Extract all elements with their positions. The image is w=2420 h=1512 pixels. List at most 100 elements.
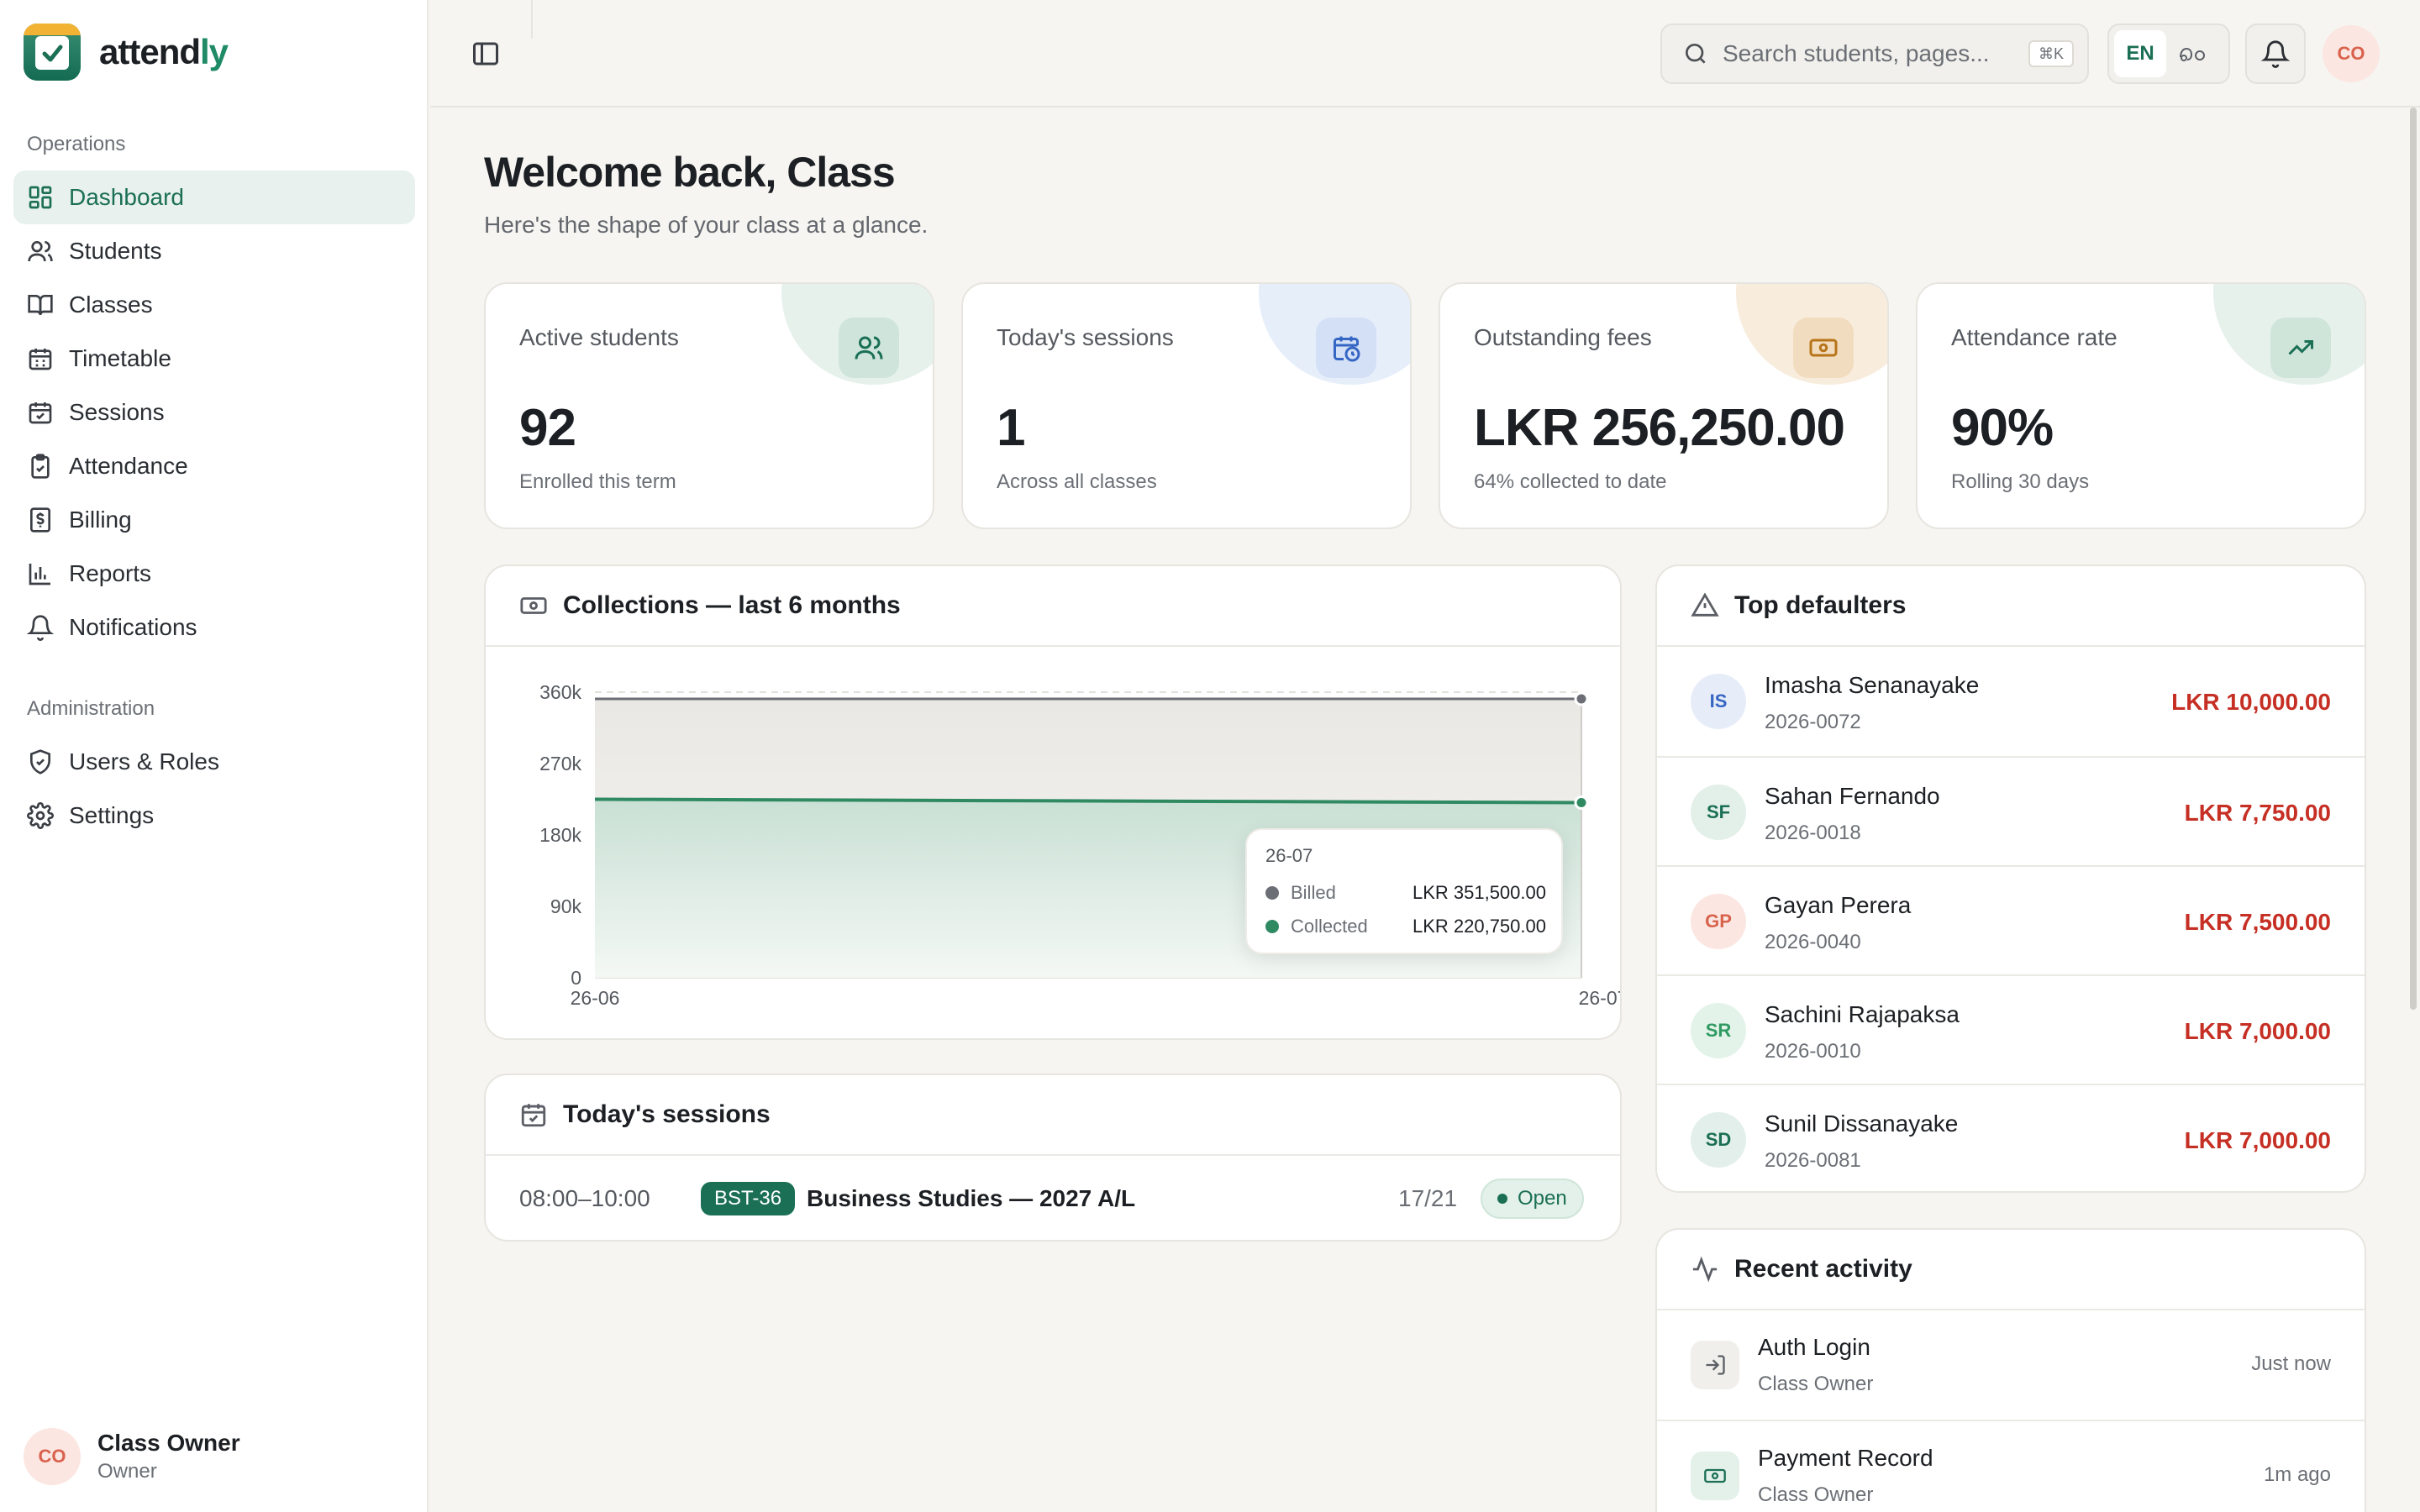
banknote-icon — [1691, 1452, 1739, 1500]
banknote-icon — [520, 597, 547, 614]
session-time: 08:00–10:00 — [519, 1185, 650, 1211]
list-item[interactable]: Payment Record Class Owner 1m ago — [1657, 1420, 2365, 1512]
sidebar-item-attendance[interactable]: Attendance — [13, 439, 415, 493]
sidebar-item-label: Timetable — [69, 345, 171, 371]
todays-sessions-panel: Today's sessions 08:00–10:00 BST-36 Busi… — [484, 1074, 1622, 1242]
language-toggle[interactable]: EN — [2107, 24, 2230, 84]
activity-time: Just now — [2251, 1352, 2331, 1375]
search-input[interactable] — [1723, 40, 2017, 67]
sidebar-item-classes[interactable]: Classes — [13, 278, 415, 332]
sidebar-item-dashboard[interactable]: Dashboard — [13, 171, 415, 224]
activity-time: 1m ago — [2263, 1463, 2331, 1486]
users-icon — [28, 241, 53, 262]
activity-pulse-icon — [1692, 1256, 1718, 1283]
stat-subtext: Across all classes — [997, 470, 1157, 493]
stat-card-outstanding-fees[interactable]: Outstanding fees LKR 256,250.00 64% coll… — [1439, 282, 1889, 529]
sidebar-item-label: Attendance — [69, 453, 188, 479]
sidebar-toggle-icon[interactable] — [471, 39, 501, 69]
user-profile[interactable]: CO Class Owner Owner — [24, 1428, 240, 1485]
sidebar-item-students[interactable]: Students — [13, 224, 415, 278]
sidebar-item-label: Reports — [69, 560, 152, 586]
y-tick-label: 270k — [539, 753, 581, 774]
users-icon — [839, 318, 899, 378]
sidebar-item-label: Students — [69, 238, 162, 264]
log-in-icon — [1691, 1341, 1739, 1389]
brand-name: attendly — [99, 32, 229, 71]
activity-title: Auth Login — [1758, 1334, 1870, 1360]
lang-si-option[interactable] — [2166, 30, 2218, 77]
x-tick-label: 26-06 — [571, 987, 620, 1009]
sidebar-item-settings[interactable]: Settings — [13, 789, 415, 843]
session-class-name: Business Studies — 2027 A/L — [807, 1185, 1136, 1211]
nav-section-administration: Administration — [27, 697, 155, 720]
sidebar-item-users-roles[interactable]: Users & Roles — [13, 735, 415, 789]
sidebar: attendly Operations Dashboard Students C… — [0, 0, 429, 1512]
defaulter-amount: LKR 7,750.00 — [2184, 800, 2331, 826]
sidebar-item-timetable[interactable]: Timetable — [13, 332, 415, 386]
defaulter-id: 2026-0081 — [1765, 1149, 1861, 1172]
y-tick-label: 360k — [539, 681, 581, 703]
bar-chart-icon — [29, 564, 50, 585]
panel-header: Collections — last 6 months — [486, 566, 1620, 647]
defaulter-id: 2026-0018 — [1765, 822, 1861, 844]
lang-en-option[interactable]: EN — [2114, 30, 2166, 77]
defaulter-id: 2026-0040 — [1765, 931, 1861, 953]
recent-activity-panel: Recent activity Auth Login Class Owner J… — [1655, 1228, 2366, 1512]
banknote-icon — [1793, 318, 1854, 378]
gear-icon — [27, 802, 54, 829]
stat-card-active-students[interactable]: Active students 92 Enrolled this term — [484, 282, 934, 529]
defaulter-name: Sunil Dissanayake — [1765, 1110, 1959, 1137]
calendar-grid-icon — [29, 349, 52, 370]
list-item[interactable]: SR Sachini Rajapaksa 2026-0010 LKR 7,000… — [1657, 974, 2365, 1084]
session-attendance-count: 17/21 — [1398, 1185, 1458, 1211]
avatar: CO — [24, 1428, 81, 1485]
stat-card-todays-sessions[interactable]: Today's sessions 1 Across all classes — [961, 282, 1412, 529]
sidebar-item-billing[interactable]: Billing — [13, 493, 415, 547]
list-item[interactable]: SF Sahan Fernando 2026-0018 LKR 7,750.00 — [1657, 756, 2365, 865]
page-subtitle: Here's the shape of your class at a glan… — [484, 212, 929, 238]
defaulter-name: Sahan Fernando — [1765, 783, 1940, 809]
stat-value: 1 — [997, 399, 1025, 457]
chart-tooltip: 26-07 Billed LKR 351,500.00 Collected LK… — [1245, 828, 1563, 954]
avatar: GP — [1691, 894, 1746, 949]
stat-label: Today's sessions — [997, 324, 1174, 350]
trending-up-icon — [2270, 318, 2331, 378]
sidebar-item-label: Dashboard — [69, 184, 184, 210]
status-badge: Open — [1481, 1179, 1584, 1219]
sidebar-item-label: Notifications — [69, 614, 197, 640]
sidebar-item-notifications[interactable]: Notifications — [13, 601, 415, 654]
list-item[interactable]: Auth Login Class Owner Just now — [1657, 1310, 2365, 1420]
tooltip-row-billed: Billed LKR 351,500.00 — [1265, 882, 1546, 904]
profile-role: Owner — [97, 1460, 157, 1483]
session-code-badge: BST-36 — [701, 1182, 796, 1215]
stat-value: 90% — [1951, 399, 2054, 457]
brand[interactable]: attendly — [24, 24, 229, 81]
activity-title: Payment Record — [1758, 1445, 1933, 1471]
legend-dot-collected — [1265, 920, 1279, 933]
stat-card-attendance-rate[interactable]: Attendance rate 90% Rolling 30 days — [1916, 282, 2366, 529]
tooltip-series-value: LKR 351,500.00 — [1412, 882, 1546, 903]
tooltip-series-name: Collected — [1291, 916, 1368, 937]
page-title: Welcome back, Class — [484, 149, 896, 196]
layout-dashboard-icon — [29, 186, 52, 209]
activity-actor: Class Owner — [1758, 1483, 1874, 1506]
sidebar-item-sessions[interactable]: Sessions — [13, 386, 415, 439]
brand-logo-icon — [24, 24, 81, 81]
session-row[interactable]: 08:00–10:00 BST-36 Business Studies — 20… — [486, 1156, 1620, 1240]
activity-actor: Class Owner — [1758, 1373, 1874, 1395]
bell-icon — [27, 615, 54, 641]
stat-subtext: Rolling 30 days — [1951, 470, 2090, 493]
panel-header: Today's sessions — [486, 1075, 1620, 1156]
sidebar-item-label: Sessions — [69, 399, 165, 425]
list-item[interactable]: IS Imasha Senanayake 2026-0072 LKR 10,00… — [1657, 647, 2365, 756]
search-box[interactable]: ⌘K — [1660, 24, 2089, 84]
topbar: ⌘K EN CO — [430, 0, 2420, 108]
list-item[interactable]: SD Sunil Dissanayake 2026-0081 LKR 7,000… — [1657, 1084, 2365, 1191]
list-item[interactable]: GP Gayan Perera 2026-0040 LKR 7,500.00 — [1657, 865, 2365, 974]
stat-label: Outstanding fees — [1474, 324, 1652, 350]
main-scrollbar[interactable] — [2407, 108, 2420, 1512]
sidebar-item-reports[interactable]: Reports — [13, 547, 415, 601]
notifications-button[interactable] — [2245, 24, 2306, 84]
user-avatar-button[interactable]: CO — [2323, 25, 2380, 82]
scrollbar-thumb[interactable] — [2410, 108, 2417, 1010]
